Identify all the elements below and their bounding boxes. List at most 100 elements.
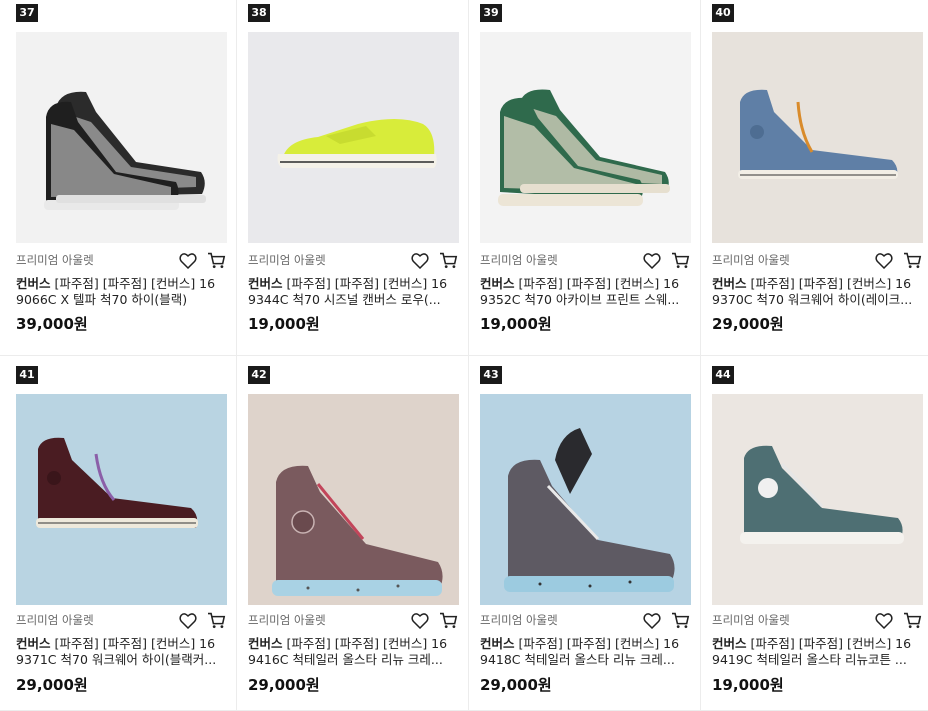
product-title[interactable]: 컨버스 [파주점] [파주점] [컨버스] 16 9416C 척테일러 올스타 리… xyxy=(248,636,459,668)
rank-badge: 43 xyxy=(480,366,502,384)
heart-icon[interactable] xyxy=(873,249,895,271)
high-top-sneaker-sweater-print-image xyxy=(480,32,691,243)
cart-icon[interactable] xyxy=(669,609,691,631)
product-price: 19,000원 xyxy=(712,676,784,694)
title-line-2: 9419C 척테일러 올스타 리뉴코튼 ... xyxy=(712,652,907,667)
high-top-sneaker-burgundy-image xyxy=(16,394,227,605)
product-image[interactable] xyxy=(16,32,227,243)
product-meta-row: 프리미엄 아울렛 xyxy=(712,610,923,630)
product-grid: 37 프리미엄 아울렛 컨버스 [파주점] [파주점] [컨버스] 16 9066… xyxy=(0,0,928,711)
cart-icon[interactable] xyxy=(205,249,227,271)
title-line-2: 9370C 척70 워크웨어 하이(레이크... xyxy=(712,292,913,307)
product-card[interactable]: 43 프리미엄 아울렛 컨버스 [파주점] [파주점] [컨버스] 16 9418… xyxy=(469,356,701,711)
cart-icon[interactable] xyxy=(437,249,459,271)
title-line-2: 9416C 척테일러 올스타 리뉴 크레... xyxy=(248,652,443,667)
product-title[interactable]: 컨버스 [파주점] [파주점] [컨버스] 16 9419C 척테일러 올스타 리… xyxy=(712,636,923,668)
title-line-2: 9352C 척70 아카이브 프린트 스웨... xyxy=(480,292,680,307)
product-card[interactable]: 41 프리미엄 아울렛 컨버스 [파주점] [파주점] [컨버스] 16 9371… xyxy=(0,356,237,711)
title-line-1: [파주점] [파주점] [컨버스] 16 xyxy=(50,276,216,291)
heart-icon[interactable] xyxy=(177,249,199,271)
title-line-1: [파주점] [파주점] [컨버스] 16 xyxy=(514,636,680,651)
product-image[interactable] xyxy=(248,394,459,605)
title-line-2: 9066C X 텔파 척70 하이(블랙) xyxy=(16,292,188,307)
high-top-sneaker-blue-workwear-image xyxy=(712,32,923,243)
product-title[interactable]: 컨버스 [파주점] [파주점] [컨버스] 16 9344C 척70 시즈널 캔버… xyxy=(248,276,459,308)
title-line-2: 9418C 척테일러 올스타 리뉴 크레... xyxy=(480,652,675,667)
title-line-2: 9344C 척70 시즈널 캔버스 로우(... xyxy=(248,292,441,307)
title-line-1: [파주점] [파주점] [컨버스] 16 xyxy=(514,276,680,291)
title-line-1: [파주점] [파주점] [컨버스] 16 xyxy=(50,636,216,651)
product-card[interactable]: 40 프리미엄 아울렛 컨버스 [파주점] [파주점] [컨버스] 16 9370… xyxy=(701,0,928,356)
high-top-sneaker-crater-grey-image xyxy=(480,394,691,605)
rank-badge: 38 xyxy=(248,4,270,22)
product-meta-row: 프리미엄 아울렛 xyxy=(16,610,227,630)
heart-icon[interactable] xyxy=(641,609,663,631)
product-price: 29,000원 xyxy=(248,676,320,694)
product-meta-row: 프리미엄 아울렛 xyxy=(480,610,691,630)
product-price: 29,000원 xyxy=(712,315,784,333)
product-meta-row: 프리미엄 아울렛 xyxy=(248,250,459,270)
seller-label: 프리미엄 아울렛 xyxy=(248,253,326,267)
seller-label: 프리미엄 아울렛 xyxy=(712,253,790,267)
product-title[interactable]: 컨버스 [파주점] [파주점] [컨버스] 16 9352C 척70 아카이브 프… xyxy=(480,276,691,308)
product-price: 29,000원 xyxy=(480,676,552,694)
heart-icon[interactable] xyxy=(409,609,431,631)
seller-label: 프리미엄 아울렛 xyxy=(480,253,558,267)
product-meta-row: 프리미엄 아울렛 xyxy=(712,250,923,270)
product-card[interactable]: 42 프리미엄 아울렛 컨버스 [파주점] [파주점] [컨버스] 16 9416… xyxy=(237,356,469,711)
product-image[interactable] xyxy=(248,32,459,243)
product-card[interactable]: 39 프리미엄 아울렛 컨버스 [파주점] [파주점] [컨버스] 16 9352… xyxy=(469,0,701,356)
heart-icon[interactable] xyxy=(641,249,663,271)
product-image[interactable] xyxy=(712,32,923,243)
low-top-sneaker-yellow-image xyxy=(248,32,459,243)
brand-label: 컨버스 xyxy=(248,636,283,651)
product-meta-row: 프리미엄 아울렛 xyxy=(480,250,691,270)
brand-label: 컨버스 xyxy=(480,636,515,651)
seller-label: 프리미엄 아울렛 xyxy=(712,613,790,627)
rank-badge: 41 xyxy=(16,366,38,384)
brand-label: 컨버스 xyxy=(248,276,283,291)
seller-label: 프리미엄 아울렛 xyxy=(16,613,94,627)
heart-icon[interactable] xyxy=(409,249,431,271)
heart-icon[interactable] xyxy=(873,609,895,631)
seller-label: 프리미엄 아울렛 xyxy=(16,253,94,267)
product-card[interactable]: 44 프리미엄 아울렛 컨버스 [파주점] [파주점] [컨버스] 16 9419… xyxy=(701,356,928,711)
brand-label: 컨버스 xyxy=(16,276,51,291)
product-title[interactable]: 컨버스 [파주점] [파주점] [컨버스] 16 9066C X 텔파 척70 하… xyxy=(16,276,227,308)
cart-icon[interactable] xyxy=(669,249,691,271)
rank-badge: 39 xyxy=(480,4,502,22)
product-title[interactable]: 컨버스 [파주점] [파주점] [컨버스] 16 9370C 척70 워크웨어 하… xyxy=(712,276,923,308)
high-top-sneaker-renew-cotton-teal-image xyxy=(712,394,923,605)
product-image[interactable] xyxy=(480,394,691,605)
cart-icon[interactable] xyxy=(437,609,459,631)
high-top-sneaker-crater-mauve-image xyxy=(248,394,459,605)
brand-label: 컨버스 xyxy=(16,636,51,651)
product-meta-row: 프리미엄 아울렛 xyxy=(248,610,459,630)
cart-icon[interactable] xyxy=(205,609,227,631)
product-card[interactable]: 37 프리미엄 아울렛 컨버스 [파주점] [파주점] [컨버스] 16 9066… xyxy=(0,0,237,356)
product-price: 39,000원 xyxy=(16,315,88,333)
seller-label: 프리미엄 아울렛 xyxy=(248,613,326,627)
product-price: 19,000원 xyxy=(248,315,320,333)
seller-label: 프리미엄 아울렛 xyxy=(480,613,558,627)
cart-icon[interactable] xyxy=(901,609,923,631)
product-card[interactable]: 38 프리미엄 아울렛 컨버스 [파주점] [파주점] [컨버스] 16 9344… xyxy=(237,0,469,356)
title-line-1: [파주점] [파주점] [컨버스] 16 xyxy=(746,276,912,291)
rank-badge: 40 xyxy=(712,4,734,22)
product-image[interactable] xyxy=(712,394,923,605)
product-price: 19,000원 xyxy=(480,315,552,333)
heart-icon[interactable] xyxy=(177,609,199,631)
product-meta-row: 프리미엄 아울렛 xyxy=(16,250,227,270)
product-image[interactable] xyxy=(480,32,691,243)
title-line-2: 9371C 척70 워크웨어 하이(블랙커... xyxy=(16,652,217,667)
brand-label: 컨버스 xyxy=(480,276,515,291)
cart-icon[interactable] xyxy=(901,249,923,271)
rank-badge: 44 xyxy=(712,366,734,384)
product-title[interactable]: 컨버스 [파주점] [파주점] [컨버스] 16 9418C 척테일러 올스타 리… xyxy=(480,636,691,668)
product-image[interactable] xyxy=(16,394,227,605)
rank-badge: 37 xyxy=(16,4,38,22)
brand-label: 컨버스 xyxy=(712,636,747,651)
brand-label: 컨버스 xyxy=(712,276,747,291)
product-title[interactable]: 컨버스 [파주점] [파주점] [컨버스] 16 9371C 척70 워크웨어 하… xyxy=(16,636,227,668)
product-price: 29,000원 xyxy=(16,676,88,694)
